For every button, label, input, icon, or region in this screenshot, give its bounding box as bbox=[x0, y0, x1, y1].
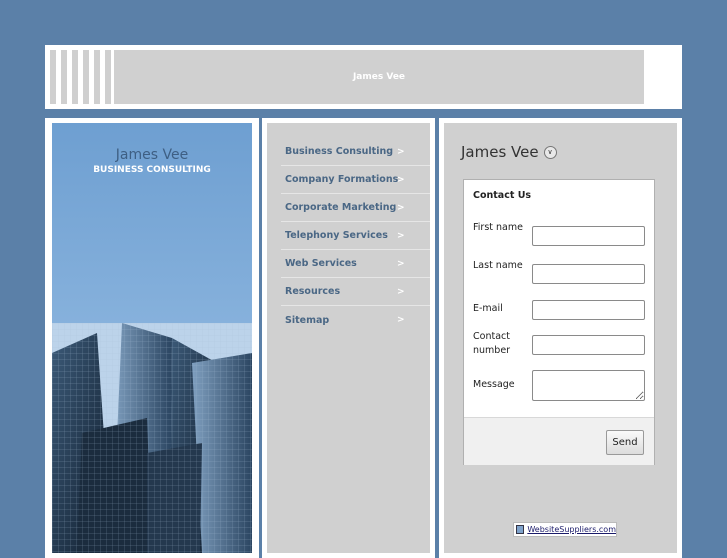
last-name-field[interactable] bbox=[532, 264, 645, 284]
header-banner: James Vee bbox=[114, 50, 644, 104]
nav-item-label: Business Consulting bbox=[285, 146, 394, 157]
site-header: James Vee bbox=[45, 45, 682, 109]
email-field[interactable] bbox=[532, 300, 645, 320]
send-button[interactable]: Send bbox=[606, 430, 644, 455]
nav-item-label: Web Services bbox=[285, 258, 357, 269]
chevron-right-icon: > bbox=[397, 258, 405, 269]
nav-column: Business Consulting > Company Formations… bbox=[262, 118, 435, 558]
nav-item-label: Sitemap bbox=[285, 314, 330, 326]
badge-text: WebsiteSuppliers.com bbox=[527, 525, 616, 534]
chevron-right-icon: > bbox=[397, 174, 405, 185]
nav-item-label: Telephony Services bbox=[285, 230, 388, 241]
chevron-right-icon: > bbox=[397, 202, 405, 213]
nav-item-sitemap[interactable]: Sitemap > bbox=[281, 306, 430, 334]
website-suppliers-badge[interactable]: WebsiteSuppliers.com bbox=[513, 522, 617, 537]
nav-item-label: Corporate Marketing bbox=[285, 202, 397, 213]
content-column: James Vee ∨ Contact Us First name Last n… bbox=[439, 118, 682, 558]
chevron-right-icon: > bbox=[397, 230, 405, 241]
header-title: James Vee bbox=[352, 72, 406, 82]
content-panel: James Vee ∨ Contact Us First name Last n… bbox=[444, 123, 677, 553]
nav-item-web-services[interactable]: Web Services > bbox=[281, 250, 430, 278]
contact-form: Contact Us First name Last name E-mail C… bbox=[463, 179, 655, 465]
first-name-field[interactable] bbox=[532, 226, 645, 246]
chevron-right-icon: > bbox=[397, 286, 405, 297]
nav-item-telephony-services[interactable]: Telephony Services > bbox=[281, 222, 430, 250]
nav-item-label: Company Formations bbox=[285, 174, 399, 185]
last-name-label: Last name bbox=[473, 260, 523, 271]
form-footer: Send bbox=[464, 417, 654, 465]
nav-panel: Business Consulting > Company Formations… bbox=[267, 123, 430, 553]
header-stripes bbox=[50, 50, 111, 104]
nav-item-corporate-marketing[interactable]: Corporate Marketing > bbox=[281, 194, 430, 222]
brand-title: James Vee bbox=[115, 147, 189, 163]
contact-number-label: Contact number bbox=[473, 331, 511, 356]
first-name-label: First name bbox=[473, 222, 523, 233]
chevron-right-icon: > bbox=[397, 146, 405, 157]
main-nav: Business Consulting > Company Formations… bbox=[281, 138, 430, 334]
chevron-down-circle-icon[interactable]: ∨ bbox=[543, 145, 557, 159]
email-label: E-mail bbox=[473, 303, 503, 314]
brand-column: James Vee BUSINESS CONSULTING bbox=[45, 118, 259, 558]
brand-subtitle: BUSINESS CONSULTING bbox=[93, 165, 211, 175]
page-heading: James Vee ∨ bbox=[461, 143, 557, 161]
message-label: Message bbox=[473, 379, 515, 390]
contact-number-field[interactable] bbox=[532, 335, 645, 355]
nav-item-resources[interactable]: Resources > bbox=[281, 278, 430, 306]
page-title: James Vee bbox=[461, 143, 539, 161]
form-title: Contact Us bbox=[473, 190, 532, 201]
nav-item-business-consulting[interactable]: Business Consulting > bbox=[281, 138, 430, 166]
skyscrapers-image bbox=[52, 323, 252, 553]
nav-item-label: Resources bbox=[285, 286, 341, 297]
brand-panel: James Vee BUSINESS CONSULTING bbox=[52, 123, 252, 553]
monitor-icon bbox=[516, 525, 525, 534]
chevron-right-icon: > bbox=[397, 315, 405, 325]
message-field[interactable] bbox=[532, 370, 645, 401]
nav-item-company-formations[interactable]: Company Formations > bbox=[281, 166, 430, 194]
